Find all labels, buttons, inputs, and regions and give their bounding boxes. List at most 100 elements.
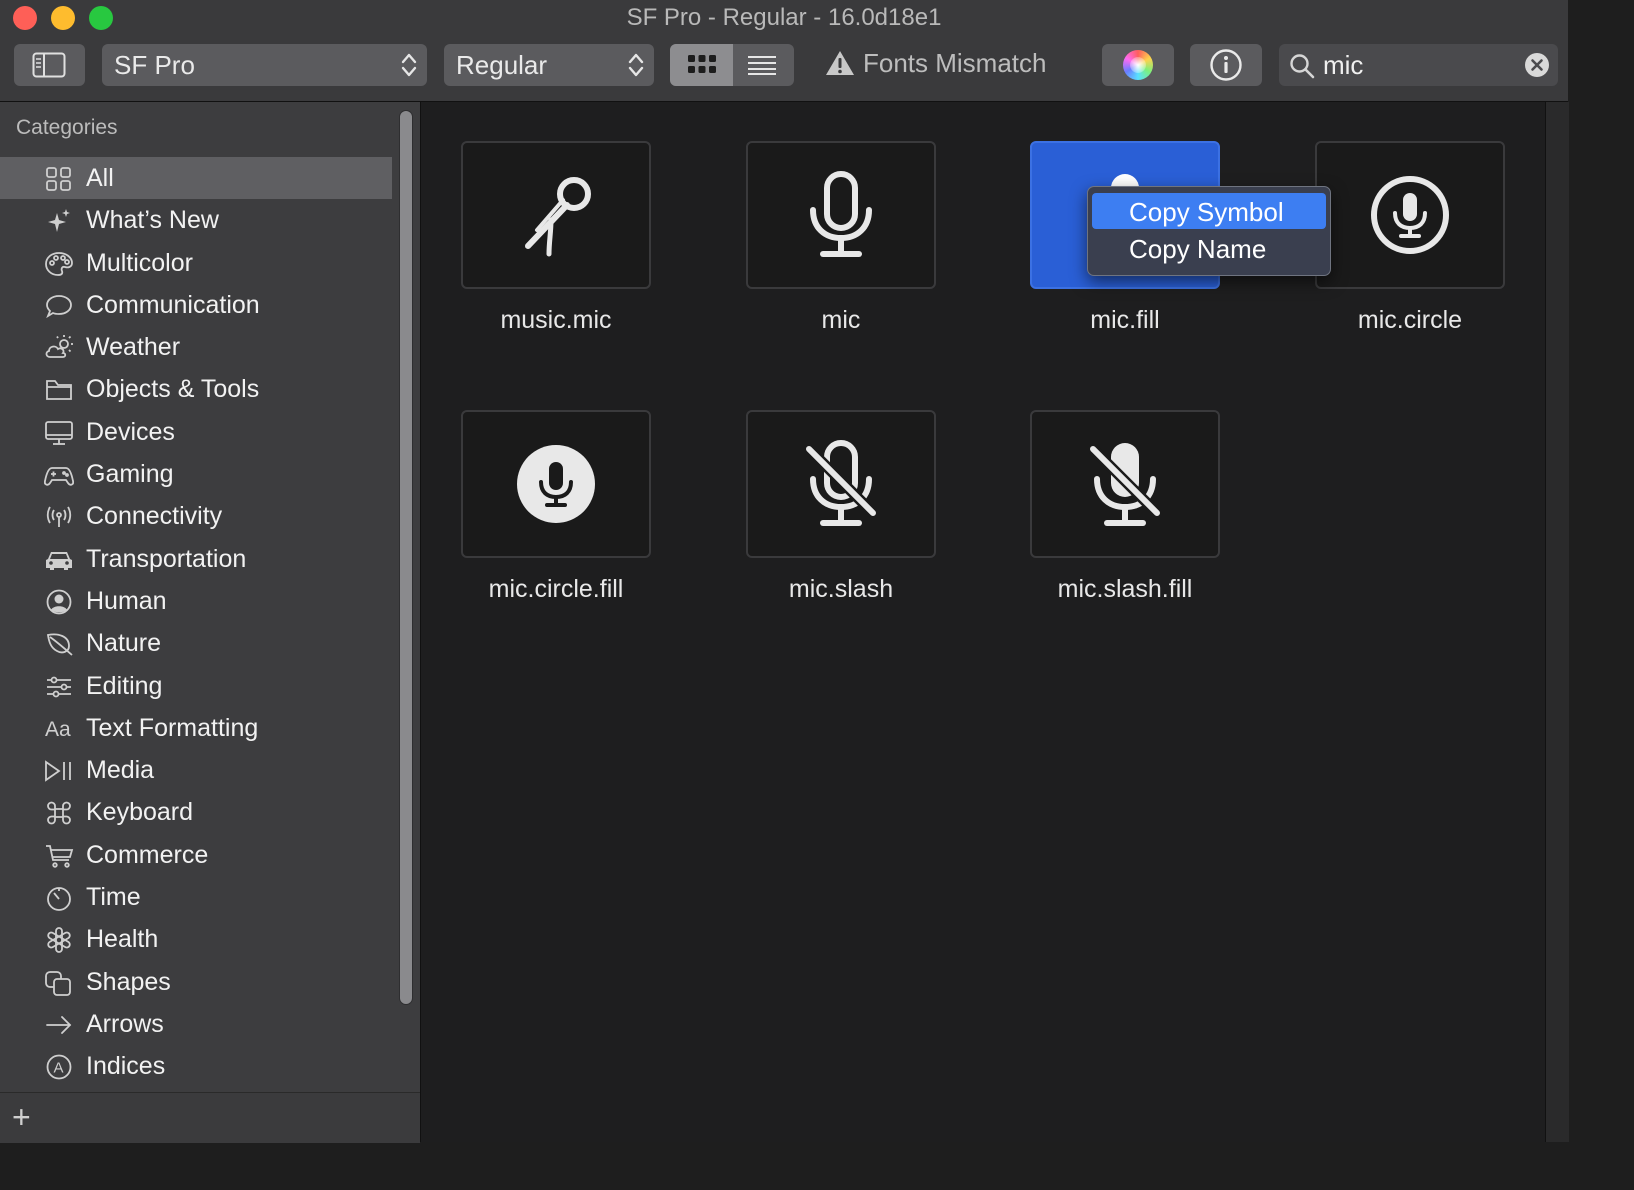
category-label: Media bbox=[86, 756, 155, 785]
symbol-name: mic.slash bbox=[788, 575, 894, 603]
mic-slash-icon bbox=[805, 440, 877, 526]
cloud-sun-icon bbox=[45, 335, 73, 359]
info-button[interactable] bbox=[1190, 44, 1262, 86]
category-label: Editing bbox=[86, 671, 163, 700]
category-objects-tools[interactable]: Objects & Tools bbox=[0, 368, 392, 410]
color-picker-button[interactable] bbox=[1102, 44, 1174, 86]
cart-icon bbox=[46, 844, 74, 868]
category-label: Shapes bbox=[86, 967, 171, 996]
category-label: All bbox=[86, 164, 114, 192]
category-label: Text Formatting bbox=[86, 713, 259, 742]
symbol-name: mic.fill bbox=[1090, 306, 1160, 334]
sparkles-icon bbox=[48, 209, 70, 233]
timer-icon bbox=[47, 887, 71, 911]
category-time[interactable]: Time bbox=[0, 876, 392, 918]
sidebar-footer: + bbox=[0, 1092, 420, 1143]
category-indices[interactable]: A Indices bbox=[0, 1045, 392, 1087]
chevron-updown-icon bbox=[401, 53, 417, 77]
mic-icon bbox=[810, 171, 872, 257]
category-multicolor[interactable]: Multicolor bbox=[0, 242, 392, 284]
list-icon bbox=[748, 56, 776, 75]
add-collection-button[interactable]: + bbox=[12, 1099, 31, 1136]
category-label: Transportation bbox=[86, 544, 247, 573]
person-circle-icon bbox=[46, 589, 72, 615]
category-health[interactable]: Health bbox=[0, 918, 392, 960]
symbol-tile-mic-circle-fill[interactable] bbox=[461, 410, 651, 558]
category-arrows[interactable]: Arrows bbox=[0, 1003, 392, 1045]
category-devices[interactable]: Devices bbox=[0, 411, 392, 453]
menu-item-label: Copy Symbol bbox=[1129, 197, 1284, 227]
category-media[interactable]: Media bbox=[0, 749, 392, 791]
category-editing[interactable]: Editing bbox=[0, 665, 392, 707]
category-text-formatting[interactable]: Aa Text Formatting bbox=[0, 707, 392, 749]
category-commerce[interactable]: Commerce bbox=[0, 834, 392, 876]
category-all[interactable]: All bbox=[0, 157, 392, 200]
category-transportation[interactable]: Transportation bbox=[0, 538, 392, 580]
search-input[interactable]: mic bbox=[1323, 50, 1363, 81]
toggle-sidebar-button[interactable] bbox=[14, 44, 85, 86]
palette-icon bbox=[45, 251, 73, 276]
category-gaming[interactable]: Gaming bbox=[0, 453, 392, 495]
mic-slash-fill-icon bbox=[1089, 443, 1161, 526]
symbol-tile-music-mic[interactable] bbox=[461, 141, 651, 289]
category-label: Time bbox=[86, 883, 141, 912]
grid-icon bbox=[46, 167, 71, 191]
playpause-icon bbox=[45, 760, 71, 782]
symbol-tile-mic-slash-fill[interactable] bbox=[1030, 410, 1220, 558]
clear-search-icon[interactable] bbox=[1524, 52, 1550, 78]
context-menu: Copy Symbol Copy Name bbox=[1087, 186, 1331, 276]
warning-triangle-icon bbox=[826, 51, 854, 75]
grid-scrollbar[interactable] bbox=[1545, 102, 1569, 1142]
category-list: All What’s New Multicolor Communication … bbox=[0, 157, 392, 1088]
categories-heading: Categories bbox=[16, 116, 118, 139]
menu-item-label: Copy Name bbox=[1129, 234, 1267, 264]
desktop-icon bbox=[45, 420, 73, 445]
search-field[interactable]: mic bbox=[1279, 44, 1558, 86]
sidebar: Categories All What’s New Multicolor Com… bbox=[0, 102, 421, 1143]
menu-item-copy-symbol[interactable]: Copy Symbol bbox=[1092, 193, 1326, 229]
font-family-select[interactable]: SF Pro bbox=[102, 44, 427, 86]
folder-icon bbox=[46, 380, 72, 401]
search-icon bbox=[1290, 54, 1315, 79]
category-human[interactable]: Human bbox=[0, 580, 392, 622]
category-whats-new[interactable]: What’s New bbox=[0, 199, 392, 241]
info-circle-icon bbox=[1210, 49, 1242, 81]
font-weight-select[interactable]: Regular bbox=[444, 44, 654, 86]
category-label: Nature bbox=[86, 629, 162, 658]
mic-circle-fill-icon bbox=[517, 445, 595, 523]
mic-circle-icon bbox=[1371, 176, 1449, 254]
symbol-name: mic.circle.fill bbox=[488, 575, 624, 603]
symbol-name: mic.slash.fill bbox=[1057, 575, 1193, 603]
category-label: Commerce bbox=[86, 840, 209, 869]
category-nature[interactable]: Nature bbox=[0, 622, 392, 664]
staroflife-icon bbox=[47, 927, 71, 954]
command-icon bbox=[47, 802, 71, 825]
symbol-name: mic.circle bbox=[1357, 306, 1463, 334]
category-label: Human bbox=[86, 586, 167, 615]
music-mic-icon bbox=[525, 177, 591, 257]
category-label: Communication bbox=[86, 290, 260, 319]
fonts-mismatch-warning[interactable]: Fonts Mismatch bbox=[825, 48, 1047, 79]
category-connectivity[interactable]: Connectivity bbox=[0, 495, 392, 537]
category-label: Objects & Tools bbox=[86, 375, 260, 404]
bubble-icon bbox=[46, 294, 72, 319]
list-view-button[interactable] bbox=[733, 44, 794, 86]
menu-item-copy-name[interactable]: Copy Name bbox=[1092, 230, 1326, 266]
symbol-tile-mic-slash[interactable] bbox=[746, 410, 936, 558]
category-communication[interactable]: Communication bbox=[0, 284, 392, 326]
sidebar-scrollbar[interactable] bbox=[399, 110, 413, 1005]
a-circle-icon: A bbox=[46, 1054, 72, 1080]
symbol-tile-mic-circle[interactable] bbox=[1315, 141, 1505, 289]
category-shapes[interactable]: Shapes bbox=[0, 961, 392, 1003]
category-keyboard[interactable]: Keyboard bbox=[0, 791, 392, 833]
grid-view-button[interactable] bbox=[670, 44, 733, 86]
category-label: Indices bbox=[86, 1052, 166, 1081]
category-weather[interactable]: Weather bbox=[0, 326, 392, 368]
sliders-icon bbox=[47, 676, 71, 697]
sidebar-icon bbox=[32, 52, 66, 78]
sidebar-scroll-thumb[interactable] bbox=[400, 111, 412, 1004]
textformat-icon: Aa bbox=[45, 718, 71, 741]
symbol-name: music.mic bbox=[500, 306, 612, 334]
symbol-tile-mic[interactable] bbox=[746, 141, 936, 289]
svg-text:Aa: Aa bbox=[45, 718, 71, 741]
